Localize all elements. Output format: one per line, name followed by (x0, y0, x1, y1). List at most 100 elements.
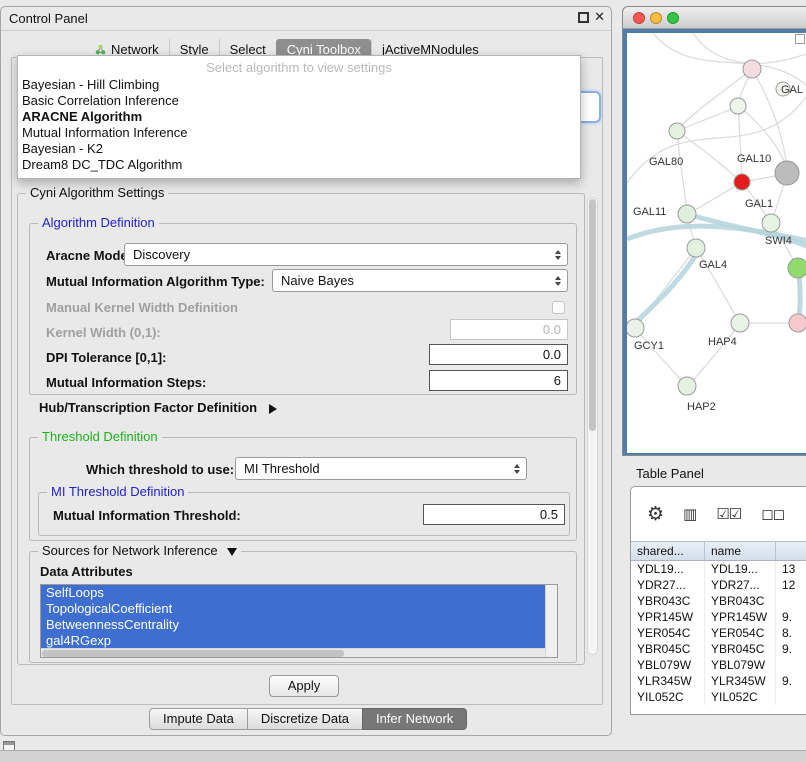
table-cell: YPR145W (631, 609, 705, 625)
table-cell: YBR045C (705, 641, 776, 657)
table-row[interactable]: YER054CYER054C8. (631, 625, 806, 641)
aracne-mode-select[interactable]: Discovery (124, 243, 568, 266)
birdseye-toggle-icon[interactable] (795, 34, 805, 44)
algorithm-dropdown-popup: Select algorithm to view settings Bayesi… (17, 55, 581, 179)
scrollbar-thumb[interactable] (42, 650, 344, 657)
network-view-window: GALGAL80GAL10GAL11GAL1SWI4GAL4GCY1HAP4HA… (622, 6, 806, 456)
table-row[interactable]: YBR043CYBR043C (631, 593, 806, 609)
manual-kernel-width-checkbox[interactable] (552, 301, 565, 314)
algorithm-option-bayesian-hill-climbing[interactable]: Bayesian - Hill Climbing (18, 77, 580, 93)
network-node[interactable] (687, 239, 705, 257)
hub-definition-label: Hub/Transcription Factor Definition (39, 400, 257, 415)
combo-arrows-icon (514, 464, 520, 474)
network-node[interactable] (678, 377, 696, 395)
dpi-tolerance-input[interactable]: 0.0 (429, 344, 568, 365)
network-edge[interactable] (738, 106, 742, 179)
bottom-tab-infer-network[interactable]: Infer Network (362, 708, 467, 730)
minimize-traffic-light-icon[interactable] (650, 12, 662, 24)
algorithm-option-basic-correlation-inference[interactable]: Basic Correlation Inference (18, 93, 580, 109)
network-node[interactable] (775, 161, 799, 185)
mi-threshold-input[interactable]: 0.5 (423, 504, 565, 525)
network-node[interactable] (730, 98, 746, 114)
column-header[interactable] (776, 542, 806, 560)
deselect-all-icon[interactable]: ◻◻ (761, 507, 784, 522)
float-window-button[interactable] (578, 12, 589, 23)
control-panel-window: Control Panel ✕ NetworkStyleSelectCyni T… (0, 6, 612, 736)
mi-steps-input[interactable]: 6 (429, 370, 568, 391)
column-header[interactable]: name (705, 542, 776, 560)
network-edge[interactable] (691, 323, 740, 383)
attribute-list-item[interactable]: gal4RGexp (41, 633, 545, 649)
apply-button[interactable]: Apply (269, 675, 339, 697)
table-cell: YDR27... (705, 577, 776, 593)
list-vertical-scrollbar[interactable] (545, 585, 557, 657)
table-row[interactable]: YDL19...YDL19...13 (631, 561, 806, 577)
table-cell: YBR043C (631, 593, 705, 609)
network-node-label: GAL4 (699, 259, 727, 271)
network-node[interactable] (734, 174, 750, 190)
bottom-tab-impute-data[interactable]: Impute Data (149, 708, 248, 730)
attribute-list-item[interactable]: SelfLoops (41, 585, 545, 601)
algorithm-option-aracne-algorithm[interactable]: ARACNE Algorithm (18, 109, 580, 125)
data-attributes-list: SelfLoopsTopologicalCoefficientBetweenne… (40, 584, 558, 658)
close-traffic-light-icon[interactable] (633, 12, 645, 24)
combo-arrows-icon (555, 250, 561, 260)
network-edge[interactable] (635, 328, 683, 382)
settings-vertical-scrollbar[interactable] (587, 197, 598, 655)
gear-icon[interactable]: ⚙ (647, 505, 663, 524)
select-all-icon[interactable]: ☑☑ (716, 507, 741, 522)
algorithm-option-dream8-dc-tdc-algorithm[interactable]: Dream8 DC_TDC Algorithm (18, 157, 580, 173)
close-window-button[interactable]: ✕ (594, 10, 605, 25)
kernel-width-value: 0.0 (543, 322, 561, 337)
scrollbar-thumb[interactable] (589, 199, 596, 431)
which-threshold-select[interactable]: MI Threshold (235, 457, 527, 480)
sources-group-title[interactable]: Sources for Network Inference (38, 543, 241, 558)
network-window-titlebar[interactable] (623, 7, 806, 29)
kernel-width-label: Kernel Width (0,1): (46, 325, 161, 340)
algorithm-option-mutual-information-inference[interactable]: Mutual Information Inference (18, 125, 580, 141)
network-node[interactable] (678, 205, 696, 223)
mi-threshold-definition-group: MI Threshold Definition Mutual Informati… (38, 492, 570, 536)
attribute-list-item[interactable]: TopologicalCoefficient (41, 601, 545, 617)
network-edge[interactable] (677, 131, 738, 179)
network-edge[interactable] (693, 33, 806, 63)
zoom-traffic-light-icon[interactable] (667, 12, 679, 24)
kernel-width-input[interactable]: 0.0 (450, 319, 568, 340)
network-node[interactable] (731, 314, 749, 332)
list-horizontal-scrollbar[interactable] (41, 648, 545, 657)
collapsed-arrow-icon (269, 404, 277, 414)
mi-algorithm-type-select[interactable]: Naive Bayes (272, 269, 568, 292)
network-node[interactable] (762, 214, 780, 232)
table-row[interactable]: YBR045CYBR045C9. (631, 641, 806, 657)
hub-definition-toggle[interactable]: Hub/Transcription Factor Definition (39, 400, 277, 415)
table-row[interactable]: YLR345WYLR345W9. (631, 673, 806, 689)
network-node[interactable] (669, 123, 685, 139)
network-node-label: HAP4 (708, 336, 737, 348)
table-row[interactable]: YDR27...YDR27...12 (631, 577, 806, 593)
table-row[interactable]: YPR145WYPR145W9. (631, 609, 806, 625)
sources-title-text: Sources for Network Inference (42, 543, 218, 558)
aracne-mode-label: Aracne Mode: (46, 248, 132, 263)
aracne-mode-value: Discovery (133, 247, 190, 262)
column-header[interactable]: shared... (631, 542, 705, 560)
network-edge[interactable] (693, 182, 742, 211)
columns-icon[interactable]: ▥ (683, 507, 696, 522)
network-node-label: GAL11 (633, 206, 666, 218)
algorithm-option-list: Bayesian - Hill ClimbingBasic Correlatio… (18, 77, 580, 173)
network-node[interactable] (743, 60, 761, 78)
network-node[interactable] (789, 314, 806, 332)
bottom-tab-discretize-data[interactable]: Discretize Data (247, 708, 363, 730)
table-row[interactable]: YBL079WYBL079W (631, 657, 806, 673)
network-node[interactable] (627, 319, 644, 337)
network-node[interactable] (788, 258, 806, 278)
attribute-list-item[interactable]: BetweennessCentrality (41, 617, 545, 633)
table-row[interactable]: YIL052CYIL052C (631, 689, 806, 705)
table-cell: 13 (776, 561, 806, 577)
threshold-definition-title: Threshold Definition (38, 429, 162, 444)
algorithm-option-bayesian-k2[interactable]: Bayesian - K2 (18, 141, 580, 157)
network-node-label: GAL10 (737, 153, 771, 165)
table-panel-title: Table Panel (636, 466, 704, 481)
table-cell: YER054C (705, 625, 776, 641)
settings-group-title: Cyni Algorithm Settings (26, 185, 168, 200)
network-canvas[interactable]: GALGAL80GAL10GAL11GAL1SWI4GAL4GCY1HAP4HA… (627, 33, 806, 453)
